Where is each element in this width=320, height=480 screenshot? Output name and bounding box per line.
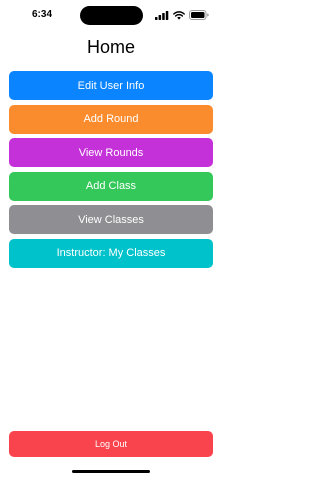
edit-user-info-button[interactable]: Edit User Info <box>9 71 213 100</box>
logout-button[interactable]: Log Out <box>9 431 213 457</box>
view-rounds-button[interactable]: View Rounds <box>9 138 213 167</box>
menu-list: Edit User Info Add Round View Rounds Add Cl… <box>9 71 213 272</box>
status-icons <box>155 9 209 21</box>
wifi-icon <box>173 10 185 20</box>
view-classes-button[interactable]: View Classes <box>9 205 213 234</box>
home-indicator[interactable] <box>72 470 150 473</box>
add-class-button[interactable]: Add Class <box>9 171 213 201</box>
dynamic-island <box>80 6 143 25</box>
battery-icon <box>189 10 209 20</box>
signal-icon <box>155 10 169 20</box>
add-round-button[interactable]: Add Round <box>9 104 213 134</box>
home-screen: 6:34 Home Edit User Info Add Round View … <box>0 0 222 480</box>
status-time: 6:34 <box>32 9 53 20</box>
instructor-my-classes-button[interactable]: Instructor: My Classes <box>9 238 213 268</box>
status-bar: 6:34 <box>0 0 222 30</box>
page-title: Home <box>86 37 135 57</box>
